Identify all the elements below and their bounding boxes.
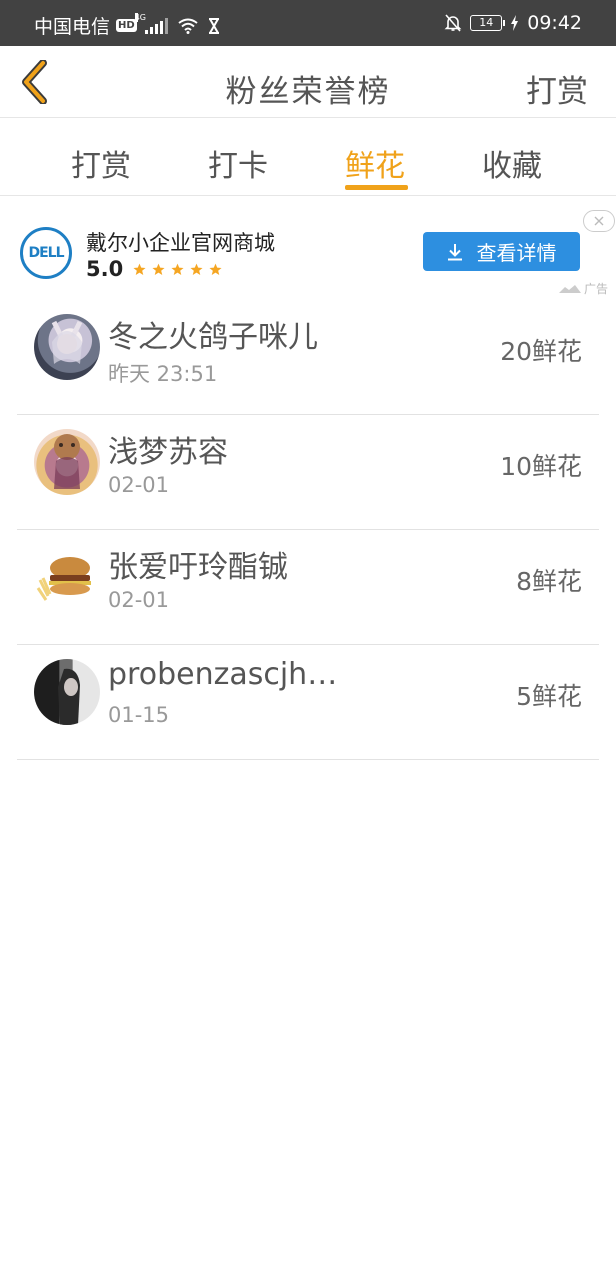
star-icon	[171, 263, 184, 275]
tab-checkin[interactable]: 打卡	[208, 141, 268, 185]
signal-icon: 4G	[134, 12, 168, 34]
bell-muted-icon	[444, 14, 462, 32]
avatar	[34, 659, 100, 725]
fan-name: 浅梦苏容	[108, 435, 228, 470]
ad-title: 戴尔小企业官网商城	[86, 231, 275, 255]
ad-close-button[interactable]	[583, 210, 615, 232]
tab-flowers[interactable]: 鲜花	[345, 141, 405, 185]
flower-count: 8鲜花	[516, 567, 582, 596]
fan-name: 张爱吁玲酯铖	[108, 550, 288, 585]
star-icon	[152, 263, 165, 275]
charging-icon	[511, 15, 519, 31]
page-title: 粉丝荣誉榜	[225, 74, 391, 110]
ad-banner[interactable]: DELL 戴尔小企业官网商城 5.0 查看详情 广告	[0, 197, 616, 300]
hourglass-icon	[208, 17, 219, 34]
wifi-icon	[178, 18, 198, 34]
status-bar: 中国电信 HD 4G 14 09:42	[0, 0, 616, 46]
reward-button[interactable]: 打赏	[526, 66, 588, 111]
ad-label: 广告	[559, 280, 608, 297]
ad-label-text: 广告	[584, 282, 609, 296]
fan-time: 昨天 23:51	[108, 362, 218, 386]
fan-name: 冬之火鸽子咪儿	[108, 320, 318, 355]
hd-badge: HD	[116, 19, 137, 32]
star-icon	[133, 263, 146, 275]
view-details-label: 查看详情	[476, 241, 557, 265]
list-item[interactable]: 浅梦苏容 02-01 10鲜花	[17, 415, 599, 530]
close-icon	[594, 216, 604, 226]
fan-time: 01-15	[108, 703, 170, 727]
flower-count: 20鲜花	[500, 337, 582, 366]
carrier-name: 中国电信	[34, 16, 111, 38]
active-tab-indicator	[345, 185, 408, 190]
network-type: 4G	[134, 12, 146, 22]
ad-rating: 5.0	[86, 257, 222, 281]
ad-mark-icon	[559, 284, 581, 293]
nav-header: 粉丝荣誉榜 打赏	[0, 46, 616, 118]
carrier-group: 中国电信 HD 4G	[34, 12, 220, 39]
tab-favorites[interactable]: 收藏	[482, 141, 542, 185]
clock: 09:42	[527, 12, 582, 34]
download-icon	[447, 243, 462, 260]
battery-icon: 14	[470, 15, 506, 31]
tab-bar: 打赏 打卡 鲜花 收藏	[0, 119, 616, 196]
star-icon	[209, 263, 222, 275]
list-item[interactable]: probenzascjh… 01-15 5鲜花	[17, 645, 599, 760]
rating-stars	[133, 263, 222, 276]
flower-count: 10鲜花	[500, 452, 582, 481]
dell-logo: DELL	[20, 227, 72, 279]
avatar	[34, 429, 100, 495]
fan-time: 02-01	[108, 473, 170, 497]
list-item[interactable]: 张爱吁玲酯铖 02-01 8鲜花	[17, 530, 599, 645]
tab-reward[interactable]: 打赏	[71, 141, 131, 185]
fan-time: 02-01	[108, 588, 170, 612]
view-details-button[interactable]: 查看详情	[423, 232, 580, 271]
list-item[interactable]: 冬之火鸽子咪儿 昨天 23:51 20鲜花	[17, 300, 599, 415]
fan-name: probenzascjh…	[108, 657, 338, 692]
star-icon	[190, 263, 203, 275]
avatar	[34, 544, 100, 610]
avatar	[34, 314, 100, 380]
fan-list: 冬之火鸽子咪儿 昨天 23:51 20鲜花 浅梦苏容 02-01 10鲜花 张爱…	[0, 300, 616, 760]
flower-count: 5鲜花	[516, 682, 582, 711]
ad-rating-value: 5.0	[86, 257, 124, 281]
status-right: 14 09:42	[444, 12, 582, 34]
